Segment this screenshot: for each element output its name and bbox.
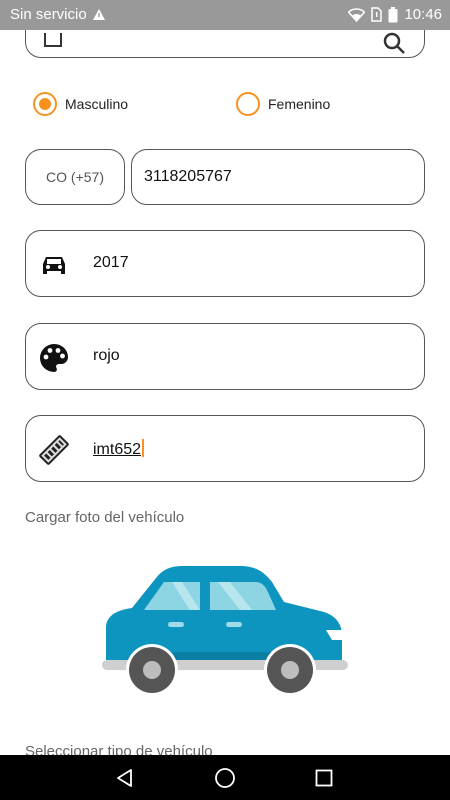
radio-female-indicator[interactable] xyxy=(236,92,260,116)
license-plate-icon xyxy=(38,434,70,466)
radio-female-label: Femenino xyxy=(268,96,331,112)
text-cursor xyxy=(142,439,145,457)
status-left: Sin servicio xyxy=(10,6,106,23)
home-icon[interactable] xyxy=(212,765,238,791)
calendar-icon xyxy=(44,33,62,47)
radio-male[interactable]: Masculino xyxy=(33,92,128,116)
vehicle-color-field[interactable]: rojo xyxy=(25,323,425,390)
back-icon[interactable] xyxy=(112,765,138,791)
vehicle-year-value: 2017 xyxy=(93,254,129,271)
search-icon[interactable] xyxy=(382,31,406,60)
date-field[interactable] xyxy=(25,30,425,58)
radio-male-indicator[interactable] xyxy=(33,92,57,116)
vehicle-type-label: Seleccionar tipo de vehículo xyxy=(25,743,213,755)
navigation-bar xyxy=(0,755,450,800)
vehicle-color-value: rojo xyxy=(93,347,120,364)
phone-input[interactable]: 3118205767 xyxy=(131,149,425,205)
battery-icon xyxy=(388,6,398,23)
vehicle-plate-value[interactable]: imt652 xyxy=(93,439,145,459)
upload-vehicle-photo-button[interactable] xyxy=(100,560,350,700)
sim-alert-icon xyxy=(371,7,383,22)
car-placeholder-icon[interactable] xyxy=(100,560,350,700)
car-icon xyxy=(38,249,70,281)
vehicle-plate-field[interactable]: imt652 xyxy=(25,415,425,482)
status-bar: Sin servicio 10:46 xyxy=(0,0,450,30)
gender-radio-group: Masculino Femenino xyxy=(0,90,450,120)
palette-icon xyxy=(38,342,70,374)
registration-form: Masculino Femenino CO (+57) 3118205767 2… xyxy=(0,30,450,755)
upload-photo-label: Cargar foto del vehículo xyxy=(25,509,185,526)
recents-icon[interactable] xyxy=(311,765,337,791)
status-right: 10:46 xyxy=(348,6,442,23)
vehicle-year-field[interactable]: 2017 xyxy=(25,230,425,297)
clock: 10:46 xyxy=(404,6,442,23)
country-code-selector[interactable]: CO (+57) xyxy=(25,149,125,205)
no-sim-icon xyxy=(92,8,106,21)
wifi-icon xyxy=(348,7,366,22)
radio-male-label: Masculino xyxy=(65,96,129,112)
carrier-text: Sin servicio xyxy=(10,6,87,23)
radio-female[interactable]: Femenino xyxy=(236,92,330,116)
